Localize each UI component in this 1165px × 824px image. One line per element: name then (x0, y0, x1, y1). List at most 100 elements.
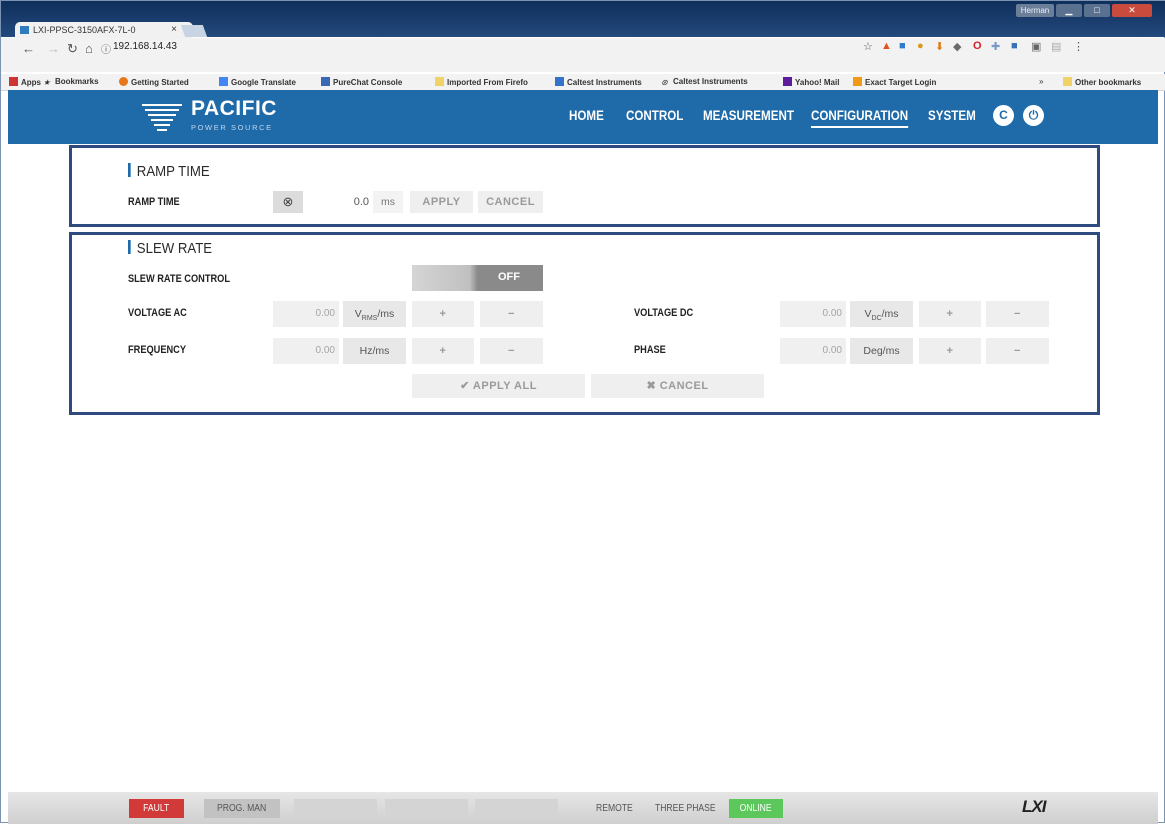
bookmark-yahoo-mail[interactable]: Yahoo! Mail (783, 77, 839, 87)
slew-rate-toggle[interactable]: OFF (412, 265, 543, 291)
voltage-ac-input[interactable]: 0.00 (273, 308, 335, 319)
menu-control[interactable]: CONTROL (626, 108, 683, 123)
site-info-icon[interactable]: ⓘ (101, 41, 111, 56)
ramp-time-unit: ms (373, 191, 403, 213)
status-bar: FAULT PROG. MAN REMOTE THREE PHASE ONLIN… (8, 792, 1158, 824)
ramp-time-input[interactable]: 0.0 (313, 196, 369, 208)
remote-indicator: REMOTE (595, 803, 633, 814)
purechat-icon (321, 77, 330, 86)
status-slot-empty-2 (385, 799, 468, 818)
profile-button[interactable]: Herman (1016, 4, 1054, 17)
voltage-dc-plus-button[interactable]: + (919, 301, 981, 327)
slew-rate-control-label: SLEW RATE CONTROL (128, 273, 230, 285)
frequency-label: FREQUENCY (128, 344, 187, 356)
extension-download-icon[interactable]: ⬇ (935, 40, 944, 53)
maximize-button[interactable]: □ (1084, 4, 1110, 17)
bookmark-caltest-1[interactable]: Caltest Instruments (555, 77, 642, 87)
phase-plus-button[interactable]: + (919, 338, 981, 364)
menu-home[interactable]: HOME (569, 108, 604, 123)
phase-input[interactable]: 0.00 (780, 345, 842, 356)
ramp-cancel-button[interactable]: CANCEL (478, 191, 543, 213)
close-window-button[interactable]: ✕ (1112, 4, 1152, 17)
voltage-ac-minus-button[interactable]: − (480, 301, 543, 327)
voltage-dc-minus-button[interactable]: − (986, 301, 1049, 327)
url-field[interactable]: 192.168.14.43 (113, 41, 177, 52)
minimize-button[interactable]: ▁ (1056, 4, 1082, 17)
extension-gray-icon[interactable]: ◆ (953, 40, 961, 53)
voltage-dc-input[interactable]: 0.00 (780, 308, 842, 319)
bookmark-caltest-2[interactable]: ⊛ Caltest Instruments (661, 77, 748, 87)
bookmarks-overflow[interactable]: » (1039, 77, 1043, 86)
bookmark-getting-started[interactable]: Getting Started (119, 77, 189, 87)
logo-subtext: POWER SOURCE (191, 123, 273, 132)
voltage-ac-plus-button[interactable]: + (412, 301, 474, 327)
frequency-minus-button[interactable]: − (480, 338, 543, 364)
bookmark-bookmarks[interactable]: ★ Bookmarks (43, 77, 99, 87)
browser-tab[interactable]: LXI-PPSC-3150AFX-7L-0 × (15, 22, 193, 38)
frequency-input[interactable]: 0.00 (273, 345, 335, 356)
extension-shield-icon[interactable]: ▣ (1031, 40, 1041, 53)
back-icon[interactable]: ← (22, 41, 35, 56)
exacttarget-icon (853, 77, 862, 86)
address-bar-row: ← → ↻ ⌂ ⓘ 192.168.14.43 ☆ ▲ ■ ● ⬇ ◆ O ✚ … (1, 38, 1165, 72)
bookmark-google-translate[interactable]: Google Translate (219, 77, 296, 87)
menu-configuration[interactable]: CONFIGURATION (811, 108, 909, 128)
ramp-clear-icon[interactable]: ⊗ (273, 191, 303, 213)
bookmark-other[interactable]: Other bookmarks (1063, 77, 1141, 87)
bookmarks-bar: Apps ★ Bookmarks Getting Started Google T… (1, 74, 1165, 91)
slew-rate-toggle-state: OFF (498, 271, 520, 283)
star-icon[interactable]: ☆ (863, 40, 873, 53)
three-phase-indicator: THREE PHASE (654, 803, 716, 814)
apply-all-button[interactable]: ✔ APPLY ALL (412, 374, 585, 398)
extension-blue-icon[interactable]: ■ (899, 40, 906, 52)
new-tab-button[interactable] (180, 25, 208, 37)
tab-title: LXI-PPSC-3150AFX-7L-0 (33, 25, 136, 35)
phase-minus-button[interactable]: − (986, 338, 1049, 364)
voltage-ac-unit: VRMS/ms (343, 301, 406, 327)
menu-system[interactable]: SYSTEM (928, 108, 976, 123)
browser-title-bar: LXI-PPSC-3150AFX-7L-0 × Herman ▁ □ ✕ (1, 1, 1165, 38)
tab-close-icon[interactable]: × (171, 22, 177, 38)
tab-favicon-icon (20, 26, 29, 34)
window-controls: Herman ▁ □ ✕ (1016, 4, 1152, 17)
caltest-icon (555, 77, 564, 86)
phase-label: PHASE (634, 344, 666, 356)
extension-badge-icon[interactable]: ■ (1011, 40, 1018, 52)
folder-icon (435, 77, 444, 86)
browser-menu-icon[interactable]: ⋮ (1073, 40, 1084, 53)
reload-icon[interactable]: ↻ (67, 41, 78, 57)
status-slot-empty-1 (294, 799, 377, 818)
refresh-icon[interactable]: C (993, 105, 1014, 126)
forward-icon[interactable]: → (47, 41, 60, 56)
pacific-logo-icon (142, 104, 182, 131)
extension-lightblue-icon[interactable]: ✚ (991, 40, 1000, 53)
folder-icon (1063, 77, 1072, 86)
extension-page-icon[interactable]: ▤ (1051, 40, 1061, 53)
extension-acrobat-icon[interactable]: ▲ (881, 40, 892, 52)
translate-icon (219, 77, 228, 86)
bookmark-apps[interactable]: Apps (9, 77, 41, 87)
status-slot-empty-3 (475, 799, 558, 818)
browser-window: LXI-PPSC-3150AFX-7L-0 × Herman ▁ □ ✕ ← →… (0, 0, 1165, 824)
ramp-apply-button[interactable]: APPLY (410, 191, 473, 213)
voltage-ac-label: VOLTAGE AC (128, 307, 187, 319)
frequency-unit: Hz/ms (343, 338, 406, 364)
frequency-plus-button[interactable]: + (412, 338, 474, 364)
app-header: PACIFIC POWER SOURCE HOME CONTROL MEASUR… (8, 90, 1158, 144)
slew-rate-heading: SLEW RATE (128, 240, 212, 257)
ramp-time-panel (69, 145, 1100, 227)
apps-icon (9, 77, 18, 86)
voltage-dc-label: VOLTAGE DC (634, 307, 694, 319)
home-icon[interactable]: ⌂ (85, 41, 93, 56)
ramp-time-label: RAMP TIME (128, 196, 180, 208)
bookmark-purechat[interactable]: PureChat Console (321, 77, 402, 87)
power-icon[interactable]: ⏻ (1023, 105, 1044, 126)
online-indicator: ONLINE (729, 799, 783, 818)
bookmark-imported-firefox[interactable]: Imported From Firefo (435, 77, 528, 87)
slew-cancel-button[interactable]: ✖ CANCEL (591, 374, 764, 398)
opera-icon[interactable]: O (973, 40, 982, 52)
bookmark-exact-target[interactable]: Exact Target Login (853, 77, 936, 87)
menu-measurement[interactable]: MEASUREMENT (703, 108, 794, 123)
extension-orange-icon[interactable]: ● (917, 40, 924, 52)
lxi-logo: LXI (1022, 797, 1046, 816)
